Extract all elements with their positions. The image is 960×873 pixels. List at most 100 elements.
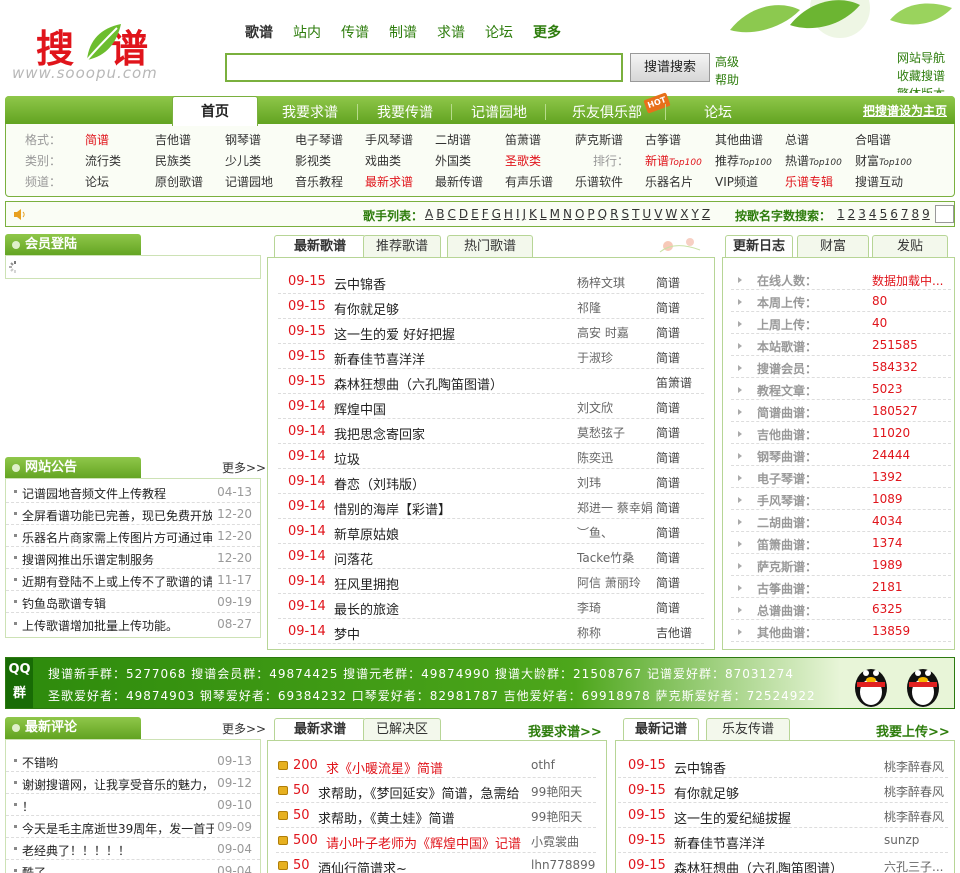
format-item[interactable]: 吉他谱 [155, 131, 191, 148]
record-author[interactable]: 六孔三子... [884, 858, 948, 873]
song-title[interactable]: 新草原姑娘 [334, 524, 574, 543]
category-item[interactable]: 戏曲类 [365, 152, 401, 169]
format-item[interactable]: 电子琴谱 [295, 131, 343, 148]
song-title[interactable]: 有你就足够 [334, 299, 574, 318]
singer-letter-link[interactable]: Q [598, 207, 607, 221]
record-author[interactable]: sunzp [884, 833, 948, 847]
song-title[interactable]: 惜别的海岸【彩谱】 [334, 499, 574, 518]
song-artist[interactable]: Tacke竹桑 [577, 549, 655, 566]
channel-item[interactable]: VIP频道 [715, 173, 758, 190]
length-number-link[interactable]: 3 [858, 207, 866, 221]
topnav-upload[interactable]: 传谱 [341, 22, 369, 42]
singer-letter-link[interactable]: K [529, 207, 537, 221]
tab-upload-score[interactable]: 我要传谱 [362, 102, 448, 124]
record-author[interactable]: 桃李醉春风 [884, 783, 948, 800]
request-user[interactable]: 99艳阳天 [531, 808, 582, 825]
song-artist[interactable]: 莫愁弦子 [577, 424, 655, 441]
length-input[interactable] [935, 205, 954, 223]
tab-recommended-songs[interactable]: 推荐歌谱 [363, 235, 441, 257]
list-item[interactable]: 全屏看谱功能已完善，现已免费开放 12-20 [6, 503, 260, 525]
song-type[interactable]: 简谱 [656, 299, 680, 316]
length-number-link[interactable]: 2 [848, 207, 856, 221]
singer-letter-link[interactable]: X [680, 207, 688, 221]
singer-letter-link[interactable]: E [471, 207, 479, 221]
song-artist[interactable]: 阿信 萧丽玲 [577, 574, 655, 591]
song-row[interactable]: 09-14 辉煌中国 刘文欣 简谱 [278, 394, 704, 419]
record-row[interactable]: 09-15 这一生的爱纪縋拔握 桃李醉春风 [618, 803, 948, 828]
song-type[interactable]: 简谱 [656, 274, 680, 291]
record-title[interactable]: 森林狂想曲（六孔陶笛图谱） [674, 858, 874, 873]
length-number-link[interactable]: 1 [837, 207, 845, 221]
singer-letter-link[interactable]: F [482, 207, 489, 221]
rank-item[interactable]: 财富Top100 [855, 152, 912, 169]
song-type[interactable]: 简谱 [656, 549, 680, 566]
channel-item[interactable]: 乐谱专辑 [785, 173, 833, 190]
topnav-request[interactable]: 求谱 [437, 22, 465, 42]
channel-item[interactable]: 有声乐谱 [505, 173, 553, 190]
song-title[interactable]: 云中锦香 [334, 274, 574, 293]
format-item[interactable]: 钢琴谱 [225, 131, 261, 148]
request-title[interactable]: 求帮助，《梦回延安》简谱，急需给 [318, 783, 520, 802]
tab-forum[interactable]: 论坛 [675, 102, 761, 124]
song-type[interactable]: 简谱 [656, 499, 680, 516]
song-row[interactable]: 09-14 我把思念寄回家 莫愁弦子 简谱 [278, 419, 704, 444]
song-row[interactable]: 09-14 垃圾 陈奕迅 简谱 [278, 444, 704, 469]
request-row[interactable]: 50 求帮助，《黄土娃》简谱 99艳阳天 [276, 803, 596, 828]
song-row[interactable]: 09-14 最长的旅途 李琦 简谱 [278, 594, 704, 619]
tab-hot-songs[interactable]: 热门歌谱 [447, 235, 533, 257]
request-row[interactable]: 500 请小叶子老师为《辉煌中国》记谱 小霓裳曲 [276, 828, 596, 853]
song-artist[interactable]: ︶鱼、 [577, 524, 655, 541]
song-title[interactable]: 森林狂想曲（六孔陶笛图谱） [334, 374, 574, 393]
record-row[interactable]: 09-15 新春佳节喜洋洋 sunzp [618, 828, 948, 853]
request-row[interactable]: 50 求帮助，《梦回延安》简谱，急需给 99艳阳天 [276, 778, 596, 803]
singer-letter-link[interactable]: J [522, 207, 526, 221]
record-row[interactable]: 09-15 有你就足够 桃李醉春风 [618, 778, 948, 803]
list-item[interactable]: 钓鱼岛歌谱专辑 09-19 [6, 591, 260, 613]
format-item[interactable]: 古筝谱 [645, 131, 681, 148]
song-type[interactable]: 简谱 [656, 449, 680, 466]
record-author[interactable]: 桃李醉春风 [884, 808, 948, 825]
singer-letter-link[interactable]: P [587, 207, 594, 221]
song-artist[interactable]: 称称 [577, 624, 655, 641]
song-type[interactable]: 简谱 [656, 599, 680, 616]
tab-friend-uploads[interactable]: 乐友传谱 [706, 718, 790, 740]
singer-letter-link[interactable]: S [621, 207, 629, 221]
channel-item[interactable]: 搜谱互动 [855, 173, 903, 190]
search-button[interactable]: 搜谱搜索 [630, 53, 710, 82]
tab-wealth[interactable]: 财富 [797, 235, 869, 257]
song-row[interactable]: 09-15 云中锦香 杨梓文琪 简谱 [278, 269, 704, 294]
site-logo[interactable]: 搜谱 www.sooopu.com [8, 18, 198, 82]
song-title[interactable]: 新春佳节喜洋洋 [334, 349, 574, 368]
channel-item[interactable]: 音乐教程 [295, 173, 343, 190]
singer-letter-link[interactable]: D [459, 207, 468, 221]
tab-latest-requests[interactable]: 最新求谱 [274, 718, 366, 741]
song-artist[interactable]: 刘玮 [577, 474, 655, 491]
song-type[interactable]: 简谱 [656, 424, 680, 441]
channel-item[interactable]: 记谱园地 [225, 173, 273, 190]
record-title[interactable]: 这一生的爱纪縋拔握 [674, 808, 874, 827]
set-homepage-link[interactable]: 把搜谱设为主页 [863, 102, 947, 119]
request-user[interactable]: 99艳阳天 [531, 783, 582, 800]
length-number-link[interactable]: 4 [869, 207, 877, 221]
format-item[interactable]: 合唱谱 [855, 131, 891, 148]
topnav-forum[interactable]: 论坛 [485, 22, 513, 42]
song-artist[interactable]: 刘文欣 [577, 399, 655, 416]
singer-letter-link[interactable]: H [504, 207, 513, 221]
list-item[interactable]: 记谱园地音频文件上传教程 04-13 [6, 481, 260, 503]
tab-posts[interactable]: 发贴 [872, 235, 948, 257]
format-item[interactable]: 二胡谱 [435, 131, 471, 148]
singer-letter-link[interactable]: W [665, 207, 677, 221]
topnav-songs[interactable]: 歌谱 [245, 22, 273, 42]
singer-letter-link[interactable]: I [516, 207, 520, 221]
singer-letter-link[interactable]: U [642, 207, 651, 221]
song-type[interactable]: 简谱 [656, 574, 680, 591]
channel-item[interactable]: 最新求谱 [365, 173, 413, 190]
help-link[interactable]: 帮助 [715, 71, 739, 89]
tab-record-garden[interactable]: 记谱园地 [456, 102, 542, 124]
request-user[interactable]: 小霓裳曲 [531, 833, 579, 850]
request-user[interactable]: othf [531, 758, 555, 772]
song-type[interactable]: 笛箫谱 [656, 374, 692, 391]
song-type[interactable]: 吉他谱 [656, 624, 692, 641]
list-item[interactable]: 今天是毛主席逝世39周年，发一首于 09-09 [6, 816, 260, 838]
record-row[interactable]: 09-15 云中锦香 桃李醉春风 [618, 753, 948, 778]
